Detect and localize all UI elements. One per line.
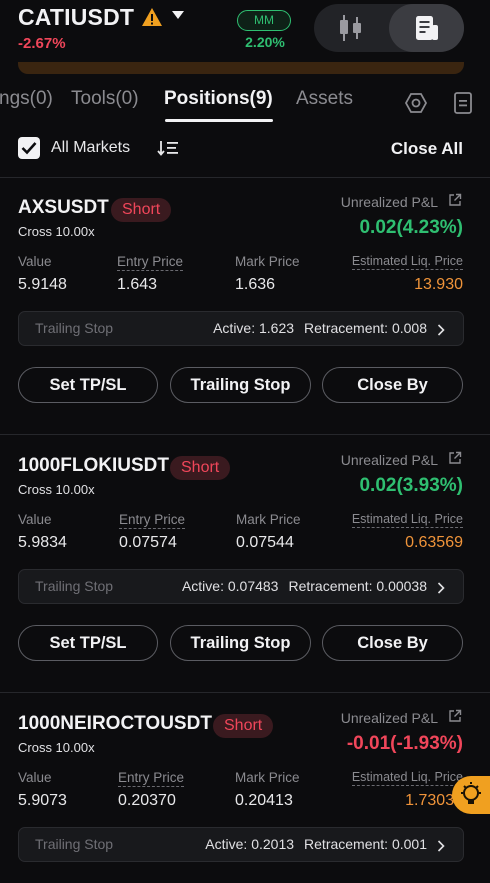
position-symbol[interactable]: 1000NEIROCTOUSDT bbox=[18, 713, 212, 735]
mark-price-label: Mark Price bbox=[235, 770, 300, 785]
liq-price-label[interactable]: Estimated Liq. Price bbox=[351, 512, 463, 528]
trailing-stop-label: Trailing Stop bbox=[35, 320, 114, 336]
trailing-stop-label: Trailing Stop bbox=[35, 836, 114, 852]
warning-icon[interactable] bbox=[141, 7, 163, 27]
trailing-active: Active: 0.2013 bbox=[205, 836, 295, 852]
set-tpsl-button[interactable]: Set TP/SL bbox=[18, 367, 158, 403]
trailing-retracement: Retracement: 0.00038 bbox=[288, 578, 427, 594]
tab-trailing-orders[interactable]: ngs(0) bbox=[0, 88, 53, 110]
close-by-button[interactable]: Close By bbox=[322, 625, 463, 661]
entry-price: 0.07574 bbox=[119, 534, 177, 551]
trailing-stop-row[interactable]: Trailing Stop Active: 1.623 Retracement: … bbox=[18, 311, 464, 346]
position-value: 5.9073 bbox=[18, 792, 67, 809]
filter-row: All Markets Close All bbox=[0, 130, 490, 168]
divider bbox=[0, 434, 490, 435]
header: CATIUSDT -2.67% MM 2.20% bbox=[0, 0, 490, 58]
entry-price-label[interactable]: Entry Price bbox=[119, 512, 186, 529]
side-badge: Short bbox=[213, 714, 274, 738]
share-icon[interactable] bbox=[448, 709, 462, 723]
side-badge: Short bbox=[111, 198, 172, 222]
entry-price-label[interactable]: Entry Price bbox=[117, 254, 184, 271]
position-symbol[interactable]: AXSUSDT bbox=[18, 197, 109, 219]
candlestick-icon bbox=[340, 15, 361, 41]
tab-tools[interactable]: Tools(0) bbox=[71, 88, 139, 110]
trailing-retracement: Retracement: 0.001 bbox=[304, 836, 427, 852]
mark-price: 0.07544 bbox=[236, 534, 294, 551]
upnl-label: Unrealized P&L bbox=[340, 710, 438, 726]
divider bbox=[0, 177, 490, 178]
mark-price: 1.636 bbox=[235, 276, 276, 293]
value-label: Value bbox=[18, 512, 52, 527]
side-badge: Short bbox=[170, 456, 231, 480]
price-change: -2.67% bbox=[18, 35, 66, 52]
settings-icon[interactable] bbox=[404, 91, 428, 115]
mark-price: 0.20413 bbox=[235, 792, 293, 809]
position-value: 5.9834 bbox=[18, 534, 67, 551]
mm-badge[interactable]: MM bbox=[237, 10, 291, 31]
share-icon[interactable] bbox=[448, 451, 462, 465]
floating-assistant-button[interactable] bbox=[452, 776, 490, 814]
trailing-stop-info: Active: 1.623 Retracement: 0.008 bbox=[203, 320, 427, 336]
view-toggle bbox=[314, 4, 464, 52]
trailing-retracement: Retracement: 0.008 bbox=[304, 320, 427, 336]
mm-value: 2.20% bbox=[245, 34, 285, 50]
history-icon[interactable] bbox=[451, 91, 475, 115]
entry-price: 0.20370 bbox=[118, 792, 176, 809]
tab-bar: ngs(0) Tools(0) Positions(9) Assets bbox=[0, 80, 490, 122]
tab-positions[interactable]: Positions(9) bbox=[164, 88, 273, 110]
liq-price: 13.930 bbox=[414, 276, 463, 293]
trailing-stop-info: Active: 0.07483 Retracement: 0.00038 bbox=[172, 578, 427, 594]
trailing-stop-label: Trailing Stop bbox=[35, 578, 114, 594]
leverage[interactable]: Cross 10.00x bbox=[18, 224, 95, 239]
upnl-label: Unrealized P&L bbox=[340, 452, 438, 468]
leverage[interactable]: Cross 10.00x bbox=[18, 482, 95, 497]
upnl-value: -0.01(-1.93%) bbox=[346, 733, 463, 754]
set-tpsl-button[interactable]: Set TP/SL bbox=[18, 625, 158, 661]
active-tab-indicator bbox=[165, 119, 273, 122]
chevron-right-icon bbox=[437, 840, 445, 852]
upnl-value: 0.02(3.93%) bbox=[359, 475, 463, 496]
order-book-icon bbox=[415, 16, 438, 40]
position-symbol[interactable]: 1000FLOKIUSDT bbox=[18, 455, 169, 477]
divider bbox=[0, 692, 490, 693]
chevron-right-icon bbox=[437, 324, 445, 336]
entry-price-label[interactable]: Entry Price bbox=[118, 770, 185, 787]
tab-assets[interactable]: Assets bbox=[296, 88, 353, 110]
promo-strip bbox=[18, 62, 464, 74]
upnl-value: 0.02(4.23%) bbox=[359, 217, 463, 238]
symbol-title[interactable]: CATIUSDT bbox=[18, 4, 134, 31]
liq-price-label[interactable]: Estimated Liq. Price bbox=[351, 770, 463, 786]
trailing-stop-button[interactable]: Trailing Stop bbox=[170, 367, 311, 403]
value-label: Value bbox=[18, 254, 52, 269]
close-by-button[interactable]: Close By bbox=[322, 367, 463, 403]
trailing-stop-row[interactable]: Trailing Stop Active: 0.07483 Retracement… bbox=[18, 569, 464, 604]
trailing-stop-row[interactable]: Trailing Stop Active: 0.2013 Retracement:… bbox=[18, 827, 464, 862]
share-icon[interactable] bbox=[448, 193, 462, 207]
chart-view-button[interactable] bbox=[314, 4, 388, 52]
all-markets-checkbox[interactable] bbox=[18, 137, 40, 159]
trailing-active: Active: 0.07483 bbox=[181, 578, 279, 594]
lightbulb-icon bbox=[461, 782, 481, 804]
leverage[interactable]: Cross 10.00x bbox=[18, 740, 95, 755]
close-all-button[interactable]: Close All bbox=[391, 139, 463, 159]
trailing-active: Active: 1.623 bbox=[213, 320, 295, 336]
mark-price-label: Mark Price bbox=[235, 254, 300, 269]
mark-price-label: Mark Price bbox=[236, 512, 301, 527]
trailing-stop-button[interactable]: Trailing Stop bbox=[170, 625, 311, 661]
caret-down-icon[interactable] bbox=[172, 11, 184, 19]
chevron-right-icon bbox=[437, 582, 445, 594]
trailing-stop-info: Active: 0.2013 Retracement: 0.001 bbox=[195, 836, 427, 852]
value-label: Value bbox=[18, 770, 52, 785]
all-markets-label[interactable]: All Markets bbox=[51, 139, 130, 157]
checkmark-icon bbox=[21, 142, 37, 155]
sort-icon[interactable] bbox=[157, 139, 179, 157]
position-value: 5.9148 bbox=[18, 276, 67, 293]
liq-price-label[interactable]: Estimated Liq. Price bbox=[351, 254, 463, 270]
entry-price: 1.643 bbox=[117, 276, 158, 293]
liq-price: 0.63569 bbox=[405, 534, 463, 551]
upnl-label: Unrealized P&L bbox=[340, 194, 438, 210]
orders-view-button[interactable] bbox=[389, 4, 464, 52]
